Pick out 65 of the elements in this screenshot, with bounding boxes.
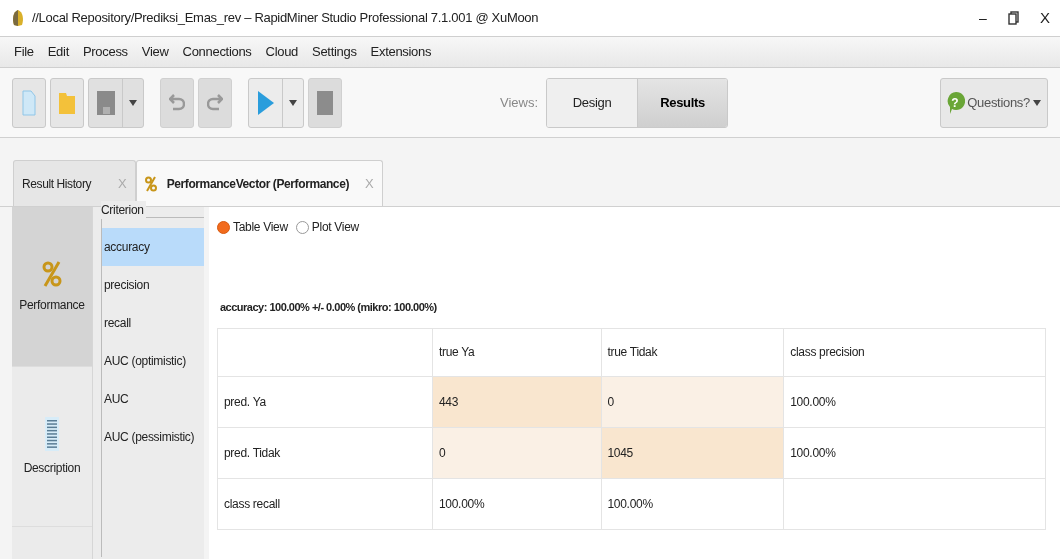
help-glyph: ? [951,94,959,112]
table-cell: 100.00% [601,478,784,529]
menu-item[interactable]: Cloud [265,42,298,62]
folder-icon [58,90,76,115]
play-icon [257,90,274,115]
radio-label: Table View [233,219,288,236]
criterion-label: Criterion [101,201,146,219]
radio-label: Plot View [311,219,359,236]
table-cell: 0 [432,427,601,478]
table-cell: 1045 [601,427,784,478]
caret-icon [129,99,137,106]
table-cell: 0 [601,376,784,427]
caret-icon [289,99,297,106]
table-cell: 100.00% [783,427,1046,478]
row-header: pred. Ya [217,376,433,427]
percent-icon [144,175,157,192]
view-tab[interactable]: Design [547,78,638,127]
window-title: //Local Repository/Prediksi_Emas_rev – RapidMiner Studio Professional 7.1.001 @ XuMoon [32,9,539,28]
text-lines-icon [45,416,59,451]
menu-item[interactable]: View [141,42,169,62]
redo-button[interactable] [198,77,232,128]
criterion-item[interactable]: AUC (pessimistic) [102,418,204,456]
criterion-item[interactable]: accuracy [102,228,204,266]
row-header: pred. Tidak [217,427,433,478]
view-tab[interactable]: Results [637,78,728,127]
redo-icon [207,92,223,113]
menu-item[interactable]: Connections [182,42,252,62]
summary-text: accuracy: 100.00% +/- 0.00% (mikro: 100.00%) [219,300,438,315]
undo-icon [169,92,185,113]
tab[interactable]: Result History X [13,160,136,206]
document-icon [22,89,36,116]
menu-item[interactable]: Edit [47,42,69,62]
percent-icon [42,259,62,288]
help-icon [947,91,966,114]
table-cell: 100.00% [432,478,601,529]
criterion-item[interactable]: recall [102,304,204,342]
new-process-button[interactable] [12,77,46,128]
questions-button[interactable]: ? Questions? [940,77,1048,128]
column-header: class precision [783,328,1046,376]
row-header: class recall [217,478,433,529]
stop-button[interactable] [308,77,342,128]
radio-button[interactable] [295,220,309,234]
minimize-button[interactable]: – [968,7,998,29]
views-label: Views: [500,93,539,112]
criterion-item[interactable]: AUC [102,380,204,418]
app-logo-icon [10,9,26,27]
table-cell: 100.00% [783,376,1046,427]
tab[interactable]: PerformanceVector (Performance) X [135,160,383,206]
menu-item[interactable]: Extensions [370,42,432,62]
radio-button[interactable] [217,220,230,234]
table-cell: 443 [432,376,601,427]
sidebar-item[interactable]: Performance [12,207,92,367]
close-button[interactable]: X [1030,6,1060,30]
column-header: true Ya [432,328,601,376]
menu-item[interactable]: File [14,42,34,62]
menu-item[interactable]: Settings [312,42,357,62]
criterion-item[interactable]: AUC (optimistic) [102,342,204,380]
caret-icon [1033,99,1041,106]
stop-icon [317,90,333,115]
menu-item[interactable]: Process [82,42,128,62]
column-header: true Tidak [601,328,784,376]
open-button[interactable] [50,77,84,128]
undo-button[interactable] [160,77,194,128]
criterion-item[interactable]: precision [102,266,204,304]
restore-icon[interactable] [1008,11,1020,25]
